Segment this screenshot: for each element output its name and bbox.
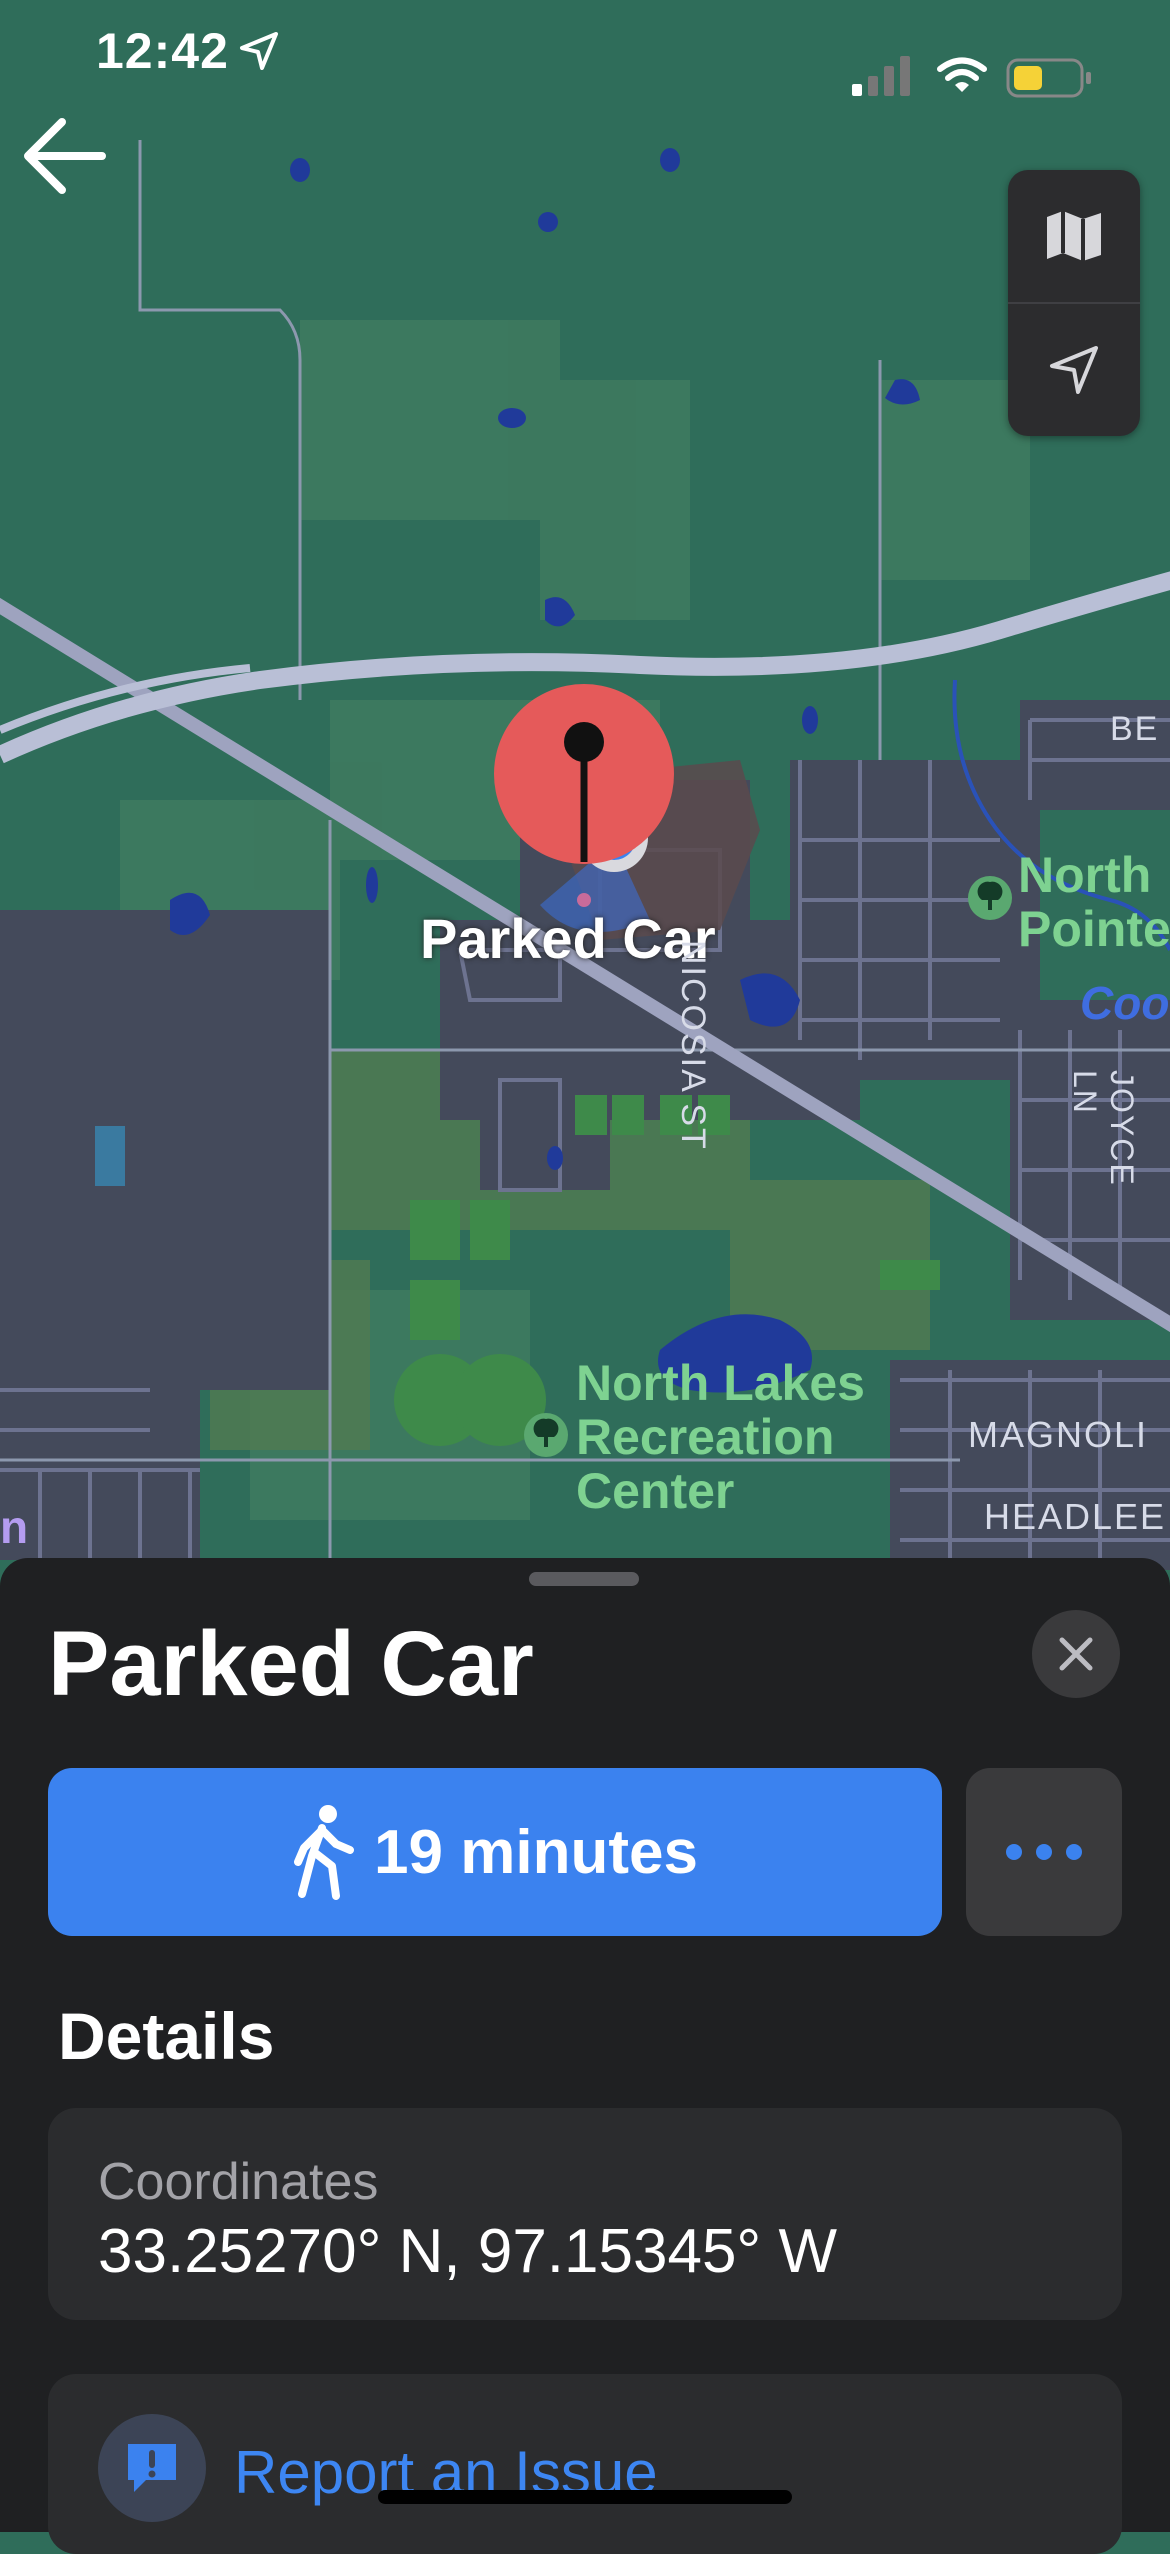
map-mode-button[interactable] (1008, 170, 1140, 302)
details-heading: Details (58, 1999, 275, 2073)
status-time: 12:42 (96, 23, 229, 79)
sheet-grabber[interactable] (529, 1572, 639, 1586)
report-icon (98, 2414, 206, 2522)
battery-icon (1006, 58, 1091, 98)
directions-time: 19 minutes (374, 1817, 698, 1887)
coordinates-label: Coordinates (98, 2153, 379, 2211)
street-label-headlee: HEADLEE (984, 1496, 1167, 1537)
place-card-sheet[interactable]: Parked Car 19 minutes Details Coordinate… (0, 1558, 1170, 2554)
close-icon (1059, 1637, 1093, 1671)
street-label-magnolia: MAGNOLI (968, 1414, 1149, 1455)
back-arrow-icon[interactable] (18, 110, 110, 202)
map-controls (1008, 170, 1140, 436)
street-label-nicosia: NICOSIA ST (674, 940, 712, 1151)
directions-button[interactable]: 19 minutes (48, 1768, 942, 1936)
street-label-be: BE (1110, 710, 1160, 748)
poi-label-north-pointe-2[interactable]: Pointe (1018, 900, 1170, 958)
coordinates-card[interactable]: Coordinates 33.25270° N, 97.15345° W (48, 2108, 1122, 2320)
walk-icon (294, 1805, 355, 1900)
more-button[interactable] (966, 1768, 1122, 1936)
map-icon (1047, 211, 1101, 261)
status-bar: 12:42 (0, 0, 1170, 110)
home-indicator[interactable] (378, 2490, 792, 2504)
place-title: Parked Car (48, 1613, 534, 1715)
poi-label-rec-3[interactable]: Center (576, 1462, 734, 1520)
coordinates-value: 33.25270° N, 97.15345° W (98, 2217, 837, 2286)
wifi-icon (937, 57, 987, 92)
more-icon (1006, 1844, 1082, 1860)
poi-label-rec-1[interactable]: North Lakes (576, 1354, 865, 1412)
signal-icon (852, 56, 910, 96)
close-button[interactable] (1032, 1610, 1120, 1698)
water-label-creek: Coo (1080, 977, 1170, 1029)
location-services-icon (240, 32, 278, 70)
map-edge-label: n (0, 1501, 29, 1553)
map-view[interactable] (0, 0, 1170, 1580)
street-label-joyce: JOYCE LN (1067, 1070, 1140, 1187)
poi-label-rec-2[interactable]: Recreation (576, 1408, 834, 1466)
locate-me-button[interactable] (1008, 304, 1140, 436)
report-issue-card[interactable]: Report an Issue (48, 2374, 1122, 2554)
parked-car-map-label[interactable]: Parked Car (420, 906, 716, 971)
location-arrow-icon (1050, 346, 1098, 394)
poi-label-north-pointe-1[interactable]: North (1018, 846, 1151, 904)
